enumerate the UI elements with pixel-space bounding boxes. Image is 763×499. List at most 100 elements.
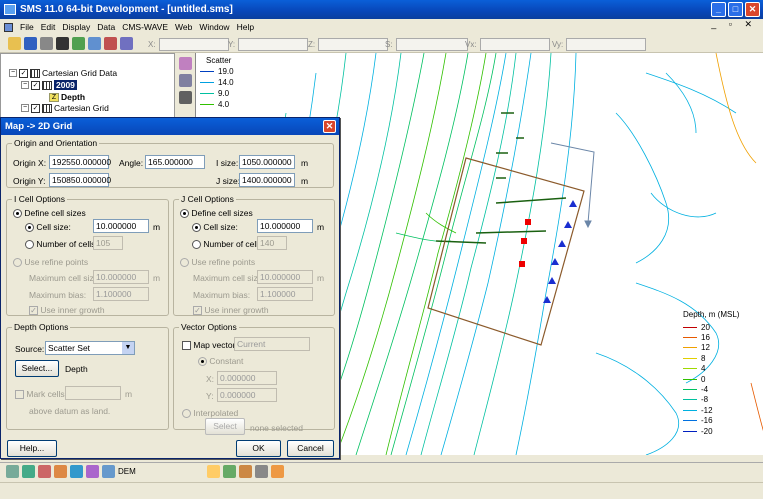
source-dropdown[interactable]: Scatter Set ▼	[45, 341, 135, 355]
menu-help[interactable]: Help	[237, 22, 254, 32]
gauge-markers[interactable]	[543, 200, 577, 303]
create-grid-icon[interactable]	[255, 464, 268, 478]
i-define-radio[interactable]: Define cell sizes	[13, 208, 86, 219]
quadtree-module-icon[interactable]	[102, 464, 115, 478]
pan-tool-icon[interactable]	[179, 91, 192, 104]
grid-frame-icon[interactable]	[271, 464, 284, 478]
zoom-tool-icon[interactable]	[179, 74, 192, 87]
visibility-checkbox[interactable]: ✓	[31, 80, 40, 90]
i-maxbias-field[interactable]: 1.100000	[93, 287, 149, 301]
j-cellsize-field[interactable]: 10.000000	[257, 219, 313, 233]
mark-cells-checkbox[interactable]: Mark cells	[15, 389, 65, 400]
j-numcells-radio[interactable]: Number of cells:	[192, 239, 265, 250]
vector-select-button[interactable]: Select	[205, 418, 245, 435]
radio-indicator	[25, 223, 34, 233]
maximize-button[interactable]: □	[728, 2, 743, 17]
print-icon[interactable]	[40, 37, 53, 50]
app-icon	[4, 4, 16, 15]
gis-module-icon[interactable]	[70, 464, 83, 478]
delete-icon[interactable]	[56, 37, 69, 50]
pan-icon[interactable]	[104, 37, 117, 50]
zoom-icon[interactable]	[88, 37, 101, 50]
interpolated-radio[interactable]: Interpolated	[182, 408, 238, 419]
j-cellsize-radio[interactable]: Cell size:	[192, 222, 238, 233]
vector-y-field[interactable]: 0.000000	[217, 388, 277, 402]
vector-x-field[interactable]: 0.000000	[217, 371, 277, 385]
jsize-field[interactable]: 1400.000000	[239, 173, 295, 187]
origin-y-field[interactable]: 150850.000000	[49, 173, 111, 187]
grid-icon	[42, 103, 52, 113]
menu-cms-wave[interactable]: CMS-WAVE	[122, 22, 168, 32]
cancel-button[interactable]: Cancel	[287, 440, 334, 457]
tree-item-depth[interactable]: Z Depth	[49, 92, 85, 102]
radio-label: Define cell sizes	[24, 208, 86, 218]
map-to-2d-grid-dialog: Map -> 2D Grid ✕ Origin and Orientation …	[0, 117, 340, 459]
isize-field[interactable]: 1050.000000	[239, 155, 295, 169]
j-numcells-field[interactable]: 140	[257, 236, 287, 250]
menu-file[interactable]: File	[20, 22, 34, 32]
close-button[interactable]: ✕	[745, 2, 760, 17]
menu-data[interactable]: Data	[97, 22, 115, 32]
mesh-module-icon[interactable]	[6, 464, 19, 478]
j-define-radio[interactable]: Define cell sizes	[180, 208, 253, 219]
select-row-icon[interactable]	[223, 464, 236, 478]
i-cellsize-field[interactable]: 10.000000	[93, 219, 149, 233]
collapse-icon[interactable]: −	[9, 69, 17, 77]
frame-icon[interactable]	[72, 37, 85, 50]
legend-swatch	[200, 82, 214, 83]
ok-button[interactable]: OK	[236, 440, 281, 457]
group-legend: Vector Options	[181, 322, 237, 332]
constant-radio[interactable]: Constant	[198, 356, 243, 367]
j-inner-checkbox[interactable]: ✓ Use inner growth	[193, 305, 269, 316]
tree-item-cartesian-grid[interactable]: − ✓ Cartesian Grid	[21, 103, 109, 113]
legend-label: -16	[701, 416, 713, 426]
select-cell-icon[interactable]	[207, 464, 220, 478]
i-numcells-radio[interactable]: Number of cells:	[25, 239, 98, 250]
tree-item-cartesian-grid-data[interactable]: − ✓ Cartesian Grid Data	[9, 68, 117, 78]
tree-item-2009[interactable]: − ✓ 2009	[21, 80, 77, 90]
collapse-icon[interactable]: −	[21, 104, 29, 112]
window-titlebar: SMS 11.0 64-bit Development - [untitled.…	[0, 0, 763, 19]
map-vector-field[interactable]: Current	[234, 337, 310, 351]
radio-indicator	[25, 240, 34, 250]
origin-x-field[interactable]: 192550.000000	[49, 155, 111, 169]
open-icon[interactable]	[8, 37, 21, 50]
i-maxcell-field[interactable]: 10.000000	[93, 270, 149, 284]
particle-module-icon[interactable]	[86, 464, 99, 478]
select-tool-icon[interactable]	[179, 57, 192, 70]
select-column-icon[interactable]	[239, 464, 252, 478]
radio-indicator	[13, 258, 22, 268]
mark-cells-field[interactable]	[65, 386, 121, 400]
visibility-checkbox[interactable]: ✓	[31, 103, 40, 113]
rotate-icon[interactable]	[120, 37, 133, 50]
j-maxcell-field[interactable]: 10.000000	[257, 270, 313, 284]
help-button[interactable]: Help...	[7, 440, 57, 457]
map-vector-checkbox[interactable]: Map vector	[182, 340, 235, 351]
menu-web[interactable]: Web	[175, 22, 192, 32]
mdi-controls[interactable]: _ ▫ ✕	[711, 19, 757, 30]
visibility-checkbox[interactable]: ✓	[19, 68, 28, 78]
menu-window[interactable]: Window	[199, 22, 229, 32]
grid-frame[interactable]	[427, 157, 585, 346]
j-maxbias-field[interactable]: 1.100000	[257, 287, 313, 301]
scatter-module-icon[interactable]	[38, 464, 51, 478]
i-inner-checkbox[interactable]: ✓ Use inner growth	[29, 305, 105, 316]
minimize-button[interactable]: _	[711, 2, 726, 17]
collapse-icon[interactable]: −	[21, 81, 29, 89]
j-maxcell-label: Maximum cell size:	[193, 273, 265, 283]
depth-select-button[interactable]: Select...	[15, 360, 59, 377]
grid-module-icon[interactable]	[22, 464, 35, 478]
radio-label: Define cell sizes	[191, 208, 253, 218]
menu-edit[interactable]: Edit	[41, 22, 56, 32]
dialog-close-button[interactable]: ✕	[323, 120, 336, 133]
i-numcells-field[interactable]: 105	[93, 236, 123, 250]
j-refine-radio[interactable]: Use refine points	[180, 257, 255, 268]
source-label: Source:	[15, 344, 45, 354]
i-refine-radio[interactable]: Use refine points	[13, 257, 88, 268]
map-module-icon[interactable]	[54, 464, 67, 478]
i-cellsize-radio[interactable]: Cell size:	[25, 222, 71, 233]
menu-display[interactable]: Display	[62, 22, 90, 32]
legend-swatch	[200, 93, 214, 94]
angle-field[interactable]: 165.000000	[145, 155, 205, 169]
save-icon[interactable]	[24, 37, 37, 50]
